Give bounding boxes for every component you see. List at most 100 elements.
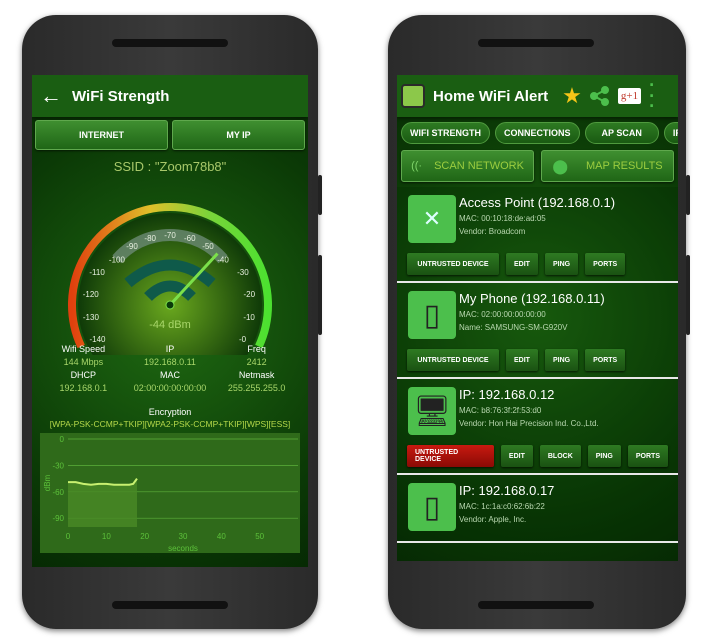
map-results-button[interactable]: ⬤ MAP RESULTS [541,150,674,182]
info-label: MAC [159,370,180,380]
router-icon: ✕ [408,195,456,243]
device-actions: UNTRUSTED DEVICE EDIT BLOCK PING PORTS [407,445,668,467]
scan-network-button[interactable]: ((· SCAN NETWORK [401,150,534,182]
device-actions: UNTRUSTED DEVICE EDIT PING PORTS [407,253,668,275]
device-mac: MAC: 1c:1a:c0:62:6b:22 [459,502,545,511]
volume-button [318,255,322,335]
device-card[interactable]: ✕ Access Point (192.168.0.1) MAC: 00:10:… [397,187,678,283]
gauge-tick-label: -90 [126,242,138,251]
tab-connections[interactable]: CONNECTIONS [495,122,580,144]
wifi-info-grid: Wifi Speed IP Freq 144 Mbps 192.168.0.11 2412… [32,344,308,393]
gauge-tick-label: -120 [83,290,100,299]
info-value: 2412 [246,357,267,367]
device-detail: Name: SAMSUNG-SM-G920V [459,323,568,332]
gauge-tick-label: -70 [164,231,176,240]
gauge-tick-label: -0 [239,335,247,344]
info-label: Wifi Speed [61,344,106,354]
encryption-label: Encryption [148,407,192,417]
ping-button[interactable]: PING [544,253,579,275]
right-phone: Home WiFi Alert ★ g+1 · · · WIFI STRENGTH C… [388,15,690,629]
ports-button[interactable]: PORTS [627,445,668,467]
gauge-tick-label: -50 [202,242,214,251]
signal-area [68,478,137,527]
gauge-tick-label: -30 [237,268,249,277]
device-card[interactable]: 🖥 IP: 192.168.0.12 MAC: b8:76:3f:2f:53:d… [397,379,678,475]
device-mac: MAC: 02:00:00:00:00:00 [459,310,546,319]
info-label: IP [165,344,175,354]
y-tick-label: -90 [52,514,64,523]
info-value: 192.168.0.11 [144,357,196,367]
left-phone: ← WiFi Strength INTERNET MY IP SSID : "Z… [22,15,322,629]
untrusted-device-button[interactable]: UNTRUSTED DEVICE [407,253,499,275]
edit-button[interactable]: EDIT [506,349,538,371]
tab-wifi-strength[interactable]: WIFI STRENGTH [401,122,490,144]
share-icon[interactable] [589,86,610,106]
android-phone-icon: ▯ [408,291,456,339]
x-tick-label: 10 [102,532,111,541]
device-detail: Vendor: Broadcom [459,227,526,236]
ping-button[interactable]: PING [544,349,579,371]
y-tick-label: 0 [60,435,65,444]
edit-button[interactable]: EDIT [506,253,538,275]
tab-my-ip[interactable]: MY IP [172,120,305,150]
x-tick-label: 40 [217,532,226,541]
wifi-icon: ((· [411,160,423,172]
info-value: 02:00:00:00:00:00 [133,383,207,393]
earpiece [478,39,594,47]
block-button[interactable]: BLOCK [539,445,581,467]
left-screen: ← WiFi Strength INTERNET MY IP SSID : "Z… [32,75,308,567]
tab-bar: WIFI STRENGTHCONNECTIONSAP SCANIP [397,117,678,144]
app-bar: Home WiFi Alert ★ g+1 · · · [397,75,678,117]
gauge-tick-label: -20 [243,290,255,299]
x-tick-label: 50 [255,532,264,541]
device-name: Access Point (192.168.0.1) [459,195,616,210]
ports-button[interactable]: PORTS [585,349,626,371]
tab-ap-scan[interactable]: AP SCAN [584,122,659,144]
gauge-needle-hub [165,300,175,310]
y-tick-label: -30 [52,461,64,470]
tab-ip[interactable]: IP [663,122,678,144]
y-axis-label: dBm [43,474,52,491]
google-plus-one-icon[interactable]: g+1 [617,88,642,104]
device-detail: Vendor: Apple, Inc. [459,515,527,524]
edit-button[interactable]: EDIT [500,445,533,467]
device-name: My Phone (192.168.0.11) [459,291,605,306]
device-mac: MAC: 00:10:18:de:ad:05 [459,214,546,223]
gauge-tick-label: -140 [89,335,106,344]
device-mac: MAC: b8:76:3f:2f:53:d0 [459,406,542,415]
arrow-left-icon[interactable]: ← [40,85,62,107]
page-title: WiFi Strength [72,87,170,105]
power-button [686,175,690,215]
star-icon[interactable]: ★ [562,83,582,109]
earpiece [112,39,228,47]
ports-button[interactable]: PORTS [585,253,626,275]
tab-internet[interactable]: INTERNET [35,120,168,150]
untrusted-device-button[interactable]: UNTRUSTED DEVICE [407,445,494,467]
gauge-tick-label: -110 [89,268,105,277]
device-card[interactable]: ▯ My Phone (192.168.0.11) MAC: 02:00:00:… [397,283,678,379]
desktop-computer-icon: 🖥 [408,387,456,435]
app-bar: ← WiFi Strength [32,75,308,117]
more-vert-icon[interactable]: · · · [649,76,655,116]
ping-button[interactable]: PING [587,445,621,467]
gauge-tick-label: -60 [184,234,196,243]
map-pin-icon: ⬤ [552,157,569,174]
info-value: 144 Mbps [63,357,104,367]
power-button [318,175,322,215]
y-tick-label: -60 [52,488,64,497]
untrusted-device-button[interactable]: UNTRUSTED DEVICE [407,349,499,371]
scan-network-label: SCAN NETWORK [434,160,524,172]
gauge-tick-label: -80 [144,234,156,243]
gauge-value: -44 dBm [149,319,191,331]
info-value: 255.255.255.0 [227,383,286,393]
device-card[interactable]: ▯ IP: 192.168.0.17 MAC: 1c:1a:c0:62:6b:2… [397,475,678,543]
info-label: Freq [247,344,266,354]
device-name: IP: 192.168.0.12 [459,387,555,402]
device-list: ✕ Access Point (192.168.0.1) MAC: 00:10:… [397,187,678,543]
right-screen: Home WiFi Alert ★ g+1 · · · WIFI STRENGTH C… [397,75,678,561]
encryption-value: [WPA-PSK-CCMP+TKIP][WPA2-PSK-CCMP+TKIP][… [49,419,291,429]
iphone-icon: ▯ [408,483,456,531]
bottom-speaker [112,601,228,609]
map-results-label: MAP RESULTS [586,160,663,172]
device-actions: UNTRUSTED DEVICE EDIT PING PORTS [407,349,668,371]
